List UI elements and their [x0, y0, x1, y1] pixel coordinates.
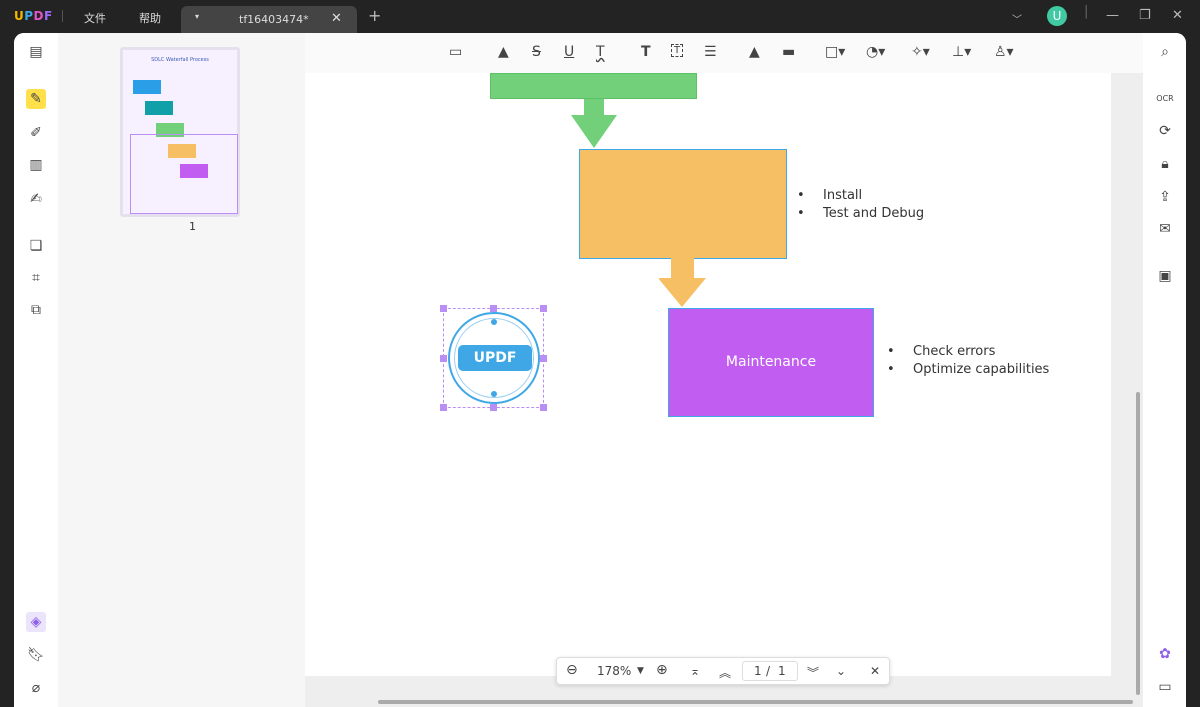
zoom-in-icon[interactable]: ⊕	[656, 662, 668, 678]
strikethrough-icon[interactable]: S	[532, 44, 541, 60]
fill-sign-icon[interactable]: ✍	[26, 189, 46, 209]
text-icon[interactable]: T	[641, 44, 651, 60]
share-icon[interactable]: ⇪	[1155, 187, 1175, 207]
bookmark-icon[interactable]: 🔖︎	[26, 645, 46, 665]
page-navigation-bar: ⊖ 178% ▼ ⊕ ⌅ ︽ 1 / 1 ︾ ⌄ ✕	[556, 657, 890, 685]
last-page-icon[interactable]: ⌄	[836, 664, 846, 678]
green-arrow	[571, 99, 617, 148]
email-icon[interactable]: ✉	[1155, 219, 1175, 239]
main-area: ▤ ✎ ✐ ▥ ✍ ❏ ⌗ ⧉ ◈ 🔖︎ ⌀ SDLC Waterfall Pr…	[14, 33, 1186, 707]
orange-arrow	[659, 258, 706, 307]
horizontal-scrollbar[interactable]	[378, 700, 1133, 704]
thumbnail-panel: SDLC Waterfall Process 1	[58, 33, 305, 707]
organize-pages-icon[interactable]: ❏	[26, 236, 46, 256]
ai-assistant-icon[interactable]: ✿	[1155, 644, 1175, 664]
current-page-input[interactable]: 1	[754, 664, 762, 678]
signature-icon[interactable]: ♙▾	[994, 44, 1014, 60]
close-tab-icon[interactable]: ✕	[331, 11, 342, 26]
updf-stamp[interactable]: UPDF	[448, 312, 540, 404]
maintenance-bullets: Check errors Optimize capabilities	[887, 343, 1049, 379]
ocr-icon[interactable]: OCR	[1155, 89, 1175, 109]
squiggly-icon[interactable]: T	[596, 44, 605, 60]
title-bar: UPDF 文件 帮助 ▾ tf16403474* ✕ + ﹀ U | — ❐ ✕	[0, 0, 1200, 33]
vertical-scrollbar[interactable]	[1136, 392, 1140, 695]
comment-icon[interactable]: ▭	[449, 44, 462, 60]
form-icon[interactable]: ▥	[26, 155, 46, 175]
document-area: Install Test and Debug Maintenance Check…	[305, 33, 1143, 707]
minimize-icon[interactable]: —	[1106, 8, 1119, 23]
layers-icon[interactable]: ◈	[26, 612, 46, 632]
bullet-item: Optimize capabilities	[887, 361, 1049, 379]
page-tools-icon[interactable]: ⧉	[26, 300, 46, 320]
pdf-page: Install Test and Debug Maintenance Check…	[305, 73, 1111, 676]
annotation-toolbar: ▭ ▲ S U T T T ☰ ▲ ▬ □▾ ◔▾ ✧▾ ⊥▾ ♙▾	[305, 33, 1143, 73]
close-navbar-icon[interactable]: ✕	[870, 664, 880, 678]
stamp-icon[interactable]: ⊥▾	[952, 44, 971, 60]
bullet-item: Test and Debug	[797, 205, 924, 223]
right-toolbar: ⌕ OCR ⟳ 🔒︎ ⇪ ✉ ▣ ✿ ▭	[1143, 33, 1186, 707]
previous-page-icon[interactable]: ︽	[719, 664, 731, 681]
tab-title: tf16403474*	[239, 13, 309, 26]
underline-icon[interactable]: U	[564, 44, 574, 60]
pencil-icon[interactable]: ▲	[749, 44, 760, 60]
protect-icon[interactable]: 🔒︎	[1155, 154, 1175, 174]
edit-pdf-icon[interactable]: ✐	[26, 123, 46, 143]
updf-logo: UPDF	[14, 9, 53, 23]
tab-dropdown-icon[interactable]: ▾	[195, 12, 199, 21]
total-pages: 1	[778, 664, 786, 678]
eraser-icon[interactable]: ▬	[782, 44, 795, 60]
bullet-item: Install	[797, 187, 924, 205]
save-icon[interactable]: ▣	[1155, 266, 1175, 286]
sticker-icon[interactable]: ◔▾	[866, 44, 885, 60]
shape-icon[interactable]: □▾	[825, 44, 845, 60]
thumbnail-page-number: 1	[189, 220, 196, 233]
avatar[interactable]: U	[1047, 6, 1067, 26]
restore-icon[interactable]: ❐	[1139, 8, 1151, 23]
search-icon[interactable]: ⌕	[1155, 42, 1175, 62]
zoom-level[interactable]: 178%	[597, 664, 631, 678]
menu-help[interactable]: 帮助	[139, 10, 161, 26]
orange-box[interactable]	[579, 149, 787, 259]
new-tab-icon[interactable]: +	[368, 6, 381, 25]
thumbnail-title: SDLC Waterfall Process	[151, 57, 209, 63]
divider: |	[1084, 4, 1089, 19]
close-window-icon[interactable]: ✕	[1172, 8, 1183, 23]
menu-file[interactable]: 文件	[84, 10, 106, 26]
stamp-selection[interactable]: UPDF	[440, 305, 547, 411]
zoom-dropdown-icon[interactable]: ▼	[637, 666, 644, 676]
document-tab[interactable]: ▾ tf16403474* ✕	[181, 6, 357, 33]
comments-panel-icon[interactable]: ▭	[1155, 677, 1175, 697]
chevron-down-icon[interactable]: ﹀	[1012, 11, 1022, 26]
bullet-item: Check errors	[887, 343, 1049, 361]
highlight-icon[interactable]: ▲	[498, 44, 509, 60]
zoom-out-icon[interactable]: ⊖	[566, 662, 578, 678]
convert-icon[interactable]: ⟳	[1155, 121, 1175, 141]
textbox-icon[interactable]: T	[671, 44, 684, 57]
comment-mode-icon[interactable]: ✎	[26, 89, 46, 109]
install-bullets: Install Test and Debug	[797, 187, 924, 223]
attachment-icon[interactable]: ⌀	[26, 678, 46, 698]
reader-icon[interactable]: ▤	[26, 42, 46, 62]
page-separator: /	[766, 664, 771, 678]
text-callout-icon[interactable]: ☰	[704, 44, 717, 60]
maintenance-box[interactable]: Maintenance	[668, 308, 874, 417]
page-thumbnail[interactable]: SDLC Waterfall Process	[120, 47, 240, 217]
crop-icon[interactable]: ⌗	[26, 268, 46, 288]
next-page-icon[interactable]: ︾	[807, 664, 819, 681]
green-box[interactable]	[490, 73, 697, 99]
first-page-icon[interactable]: ⌅	[690, 664, 700, 678]
pin-icon[interactable]: ✧▾	[911, 44, 930, 60]
stamp-label: UPDF	[458, 345, 532, 371]
left-toolbar: ▤ ✎ ✐ ▥ ✍ ❏ ⌗ ⧉ ◈ 🔖︎ ⌀	[14, 33, 58, 707]
